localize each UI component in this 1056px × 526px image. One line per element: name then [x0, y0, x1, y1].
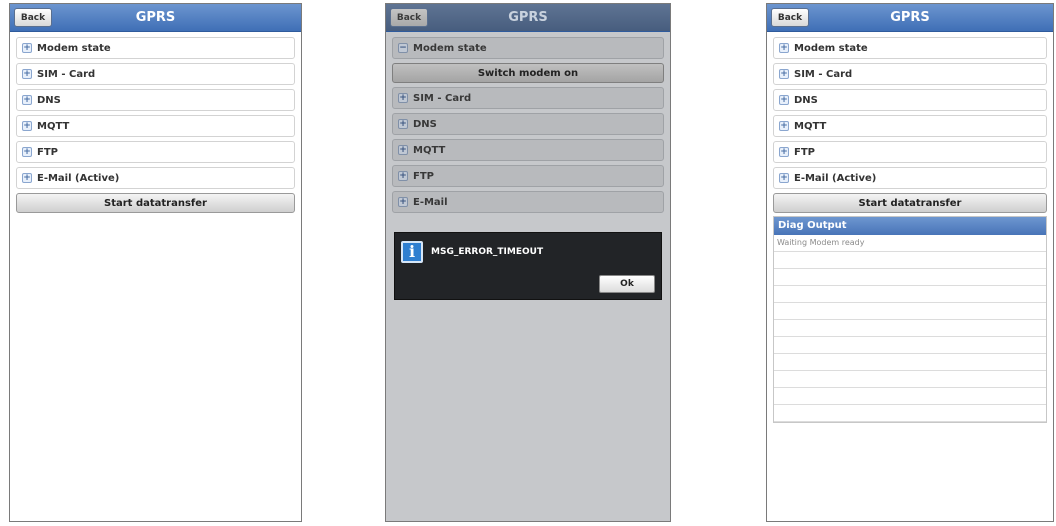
row-label: FTP: [37, 146, 58, 158]
row-label: E-Mail (Active): [37, 172, 120, 184]
expand-plus-icon: +: [22, 147, 32, 157]
row-label: FTP: [794, 146, 815, 158]
expand-plus-icon: +: [779, 173, 789, 183]
expand-plus-icon: +: [779, 147, 789, 157]
row-email[interactable]: + E-Mail: [392, 191, 664, 213]
row-email[interactable]: + E-Mail (Active): [16, 167, 295, 189]
row-modem-state[interactable]: + Modem state: [773, 37, 1047, 59]
diag-line: [774, 269, 1046, 286]
page-title: GPRS: [135, 10, 176, 25]
page-title: GPRS: [890, 10, 930, 25]
row-label: MQTT: [794, 120, 827, 132]
diag-output-title: Diag Output: [774, 217, 1046, 235]
header-bar: Back GPRS: [10, 4, 301, 32]
row-mqtt[interactable]: + MQTT: [392, 139, 664, 161]
row-label: DNS: [413, 118, 437, 130]
diag-line: [774, 320, 1046, 337]
row-label: E-Mail (Active): [794, 172, 877, 184]
expand-plus-icon: +: [779, 121, 789, 131]
info-icon: i: [401, 241, 423, 263]
row-label: Modem state: [794, 42, 868, 54]
screen-gprs-overview: Back GPRS + Modem state + SIM - Card + DNS …: [9, 3, 302, 522]
diag-output-panel: Diag Output Waiting Modem ready: [773, 216, 1047, 423]
diag-line: [774, 388, 1046, 405]
row-ftp[interactable]: + FTP: [773, 141, 1047, 163]
ok-button[interactable]: Ok: [599, 275, 655, 293]
diag-line: [774, 286, 1046, 303]
expand-plus-icon: +: [22, 95, 32, 105]
expand-plus-icon: +: [398, 171, 408, 181]
screen-gprs-error-dialog: Back GPRS − Modem state Switch modem on +…: [385, 3, 671, 522]
row-modem-state[interactable]: − Modem state: [392, 37, 664, 59]
switch-modem-on-button[interactable]: Switch modem on: [392, 63, 664, 83]
row-mqtt[interactable]: + MQTT: [16, 115, 295, 137]
row-label: Modem state: [413, 42, 487, 54]
header-bar: Back GPRS: [386, 4, 670, 32]
settings-list: + Modem state + SIM - Card + DNS + MQTT + FTP…: [773, 37, 1047, 217]
row-label: MQTT: [37, 120, 70, 132]
header-bar: Back GPRS: [767, 4, 1053, 32]
diag-line: [774, 405, 1046, 422]
row-sim-card[interactable]: + SIM - Card: [16, 63, 295, 85]
expand-plus-icon: +: [22, 69, 32, 79]
row-ftp[interactable]: + FTP: [16, 141, 295, 163]
settings-list: + Modem state + SIM - Card + DNS + MQTT + FTP…: [16, 37, 295, 217]
screen-gprs-diag: Back GPRS + Modem state + SIM - Card + DNS …: [766, 3, 1054, 522]
row-label: Modem state: [37, 42, 111, 54]
start-datatransfer-button[interactable]: Start datatransfer: [16, 193, 295, 213]
diag-line: [774, 252, 1046, 269]
expand-plus-icon: +: [22, 173, 32, 183]
diag-line: [774, 371, 1046, 388]
row-dns[interactable]: + DNS: [16, 89, 295, 111]
diag-line: [774, 303, 1046, 320]
collapse-minus-icon: −: [398, 43, 408, 53]
row-label: E-Mail: [413, 196, 448, 208]
row-ftp[interactable]: + FTP: [392, 165, 664, 187]
expand-plus-icon: +: [398, 119, 408, 129]
row-dns[interactable]: + DNS: [392, 113, 664, 135]
row-label: DNS: [794, 94, 818, 106]
row-sim-card[interactable]: + SIM - Card: [773, 63, 1047, 85]
page-title: GPRS: [508, 10, 548, 25]
row-label: SIM - Card: [413, 92, 472, 104]
row-label: FTP: [413, 170, 434, 182]
row-label: SIM - Card: [37, 68, 96, 80]
row-email[interactable]: + E-Mail (Active): [773, 167, 1047, 189]
expand-plus-icon: +: [22, 121, 32, 131]
expand-plus-icon: +: [398, 197, 408, 207]
dialog-message: MSG_ERROR_TIMEOUT: [431, 247, 544, 257]
start-datatransfer-button[interactable]: Start datatransfer: [773, 193, 1047, 213]
diag-line: Waiting Modem ready: [774, 235, 1046, 252]
row-mqtt[interactable]: + MQTT: [773, 115, 1047, 137]
row-modem-state[interactable]: + Modem state: [16, 37, 295, 59]
error-dialog: i MSG_ERROR_TIMEOUT Ok: [394, 232, 662, 300]
settings-list: − Modem state Switch modem on + SIM - Card…: [392, 37, 664, 217]
expand-plus-icon: +: [779, 69, 789, 79]
diag-line: [774, 354, 1046, 371]
row-label: SIM - Card: [794, 68, 853, 80]
row-dns[interactable]: + DNS: [773, 89, 1047, 111]
row-sim-card[interactable]: + SIM - Card: [392, 87, 664, 109]
diag-line: [774, 337, 1046, 354]
row-label: MQTT: [413, 144, 446, 156]
expand-plus-icon: +: [22, 43, 32, 53]
expand-plus-icon: +: [779, 43, 789, 53]
expand-plus-icon: +: [398, 145, 408, 155]
expand-plus-icon: +: [779, 95, 789, 105]
row-label: DNS: [37, 94, 61, 106]
expand-plus-icon: +: [398, 93, 408, 103]
